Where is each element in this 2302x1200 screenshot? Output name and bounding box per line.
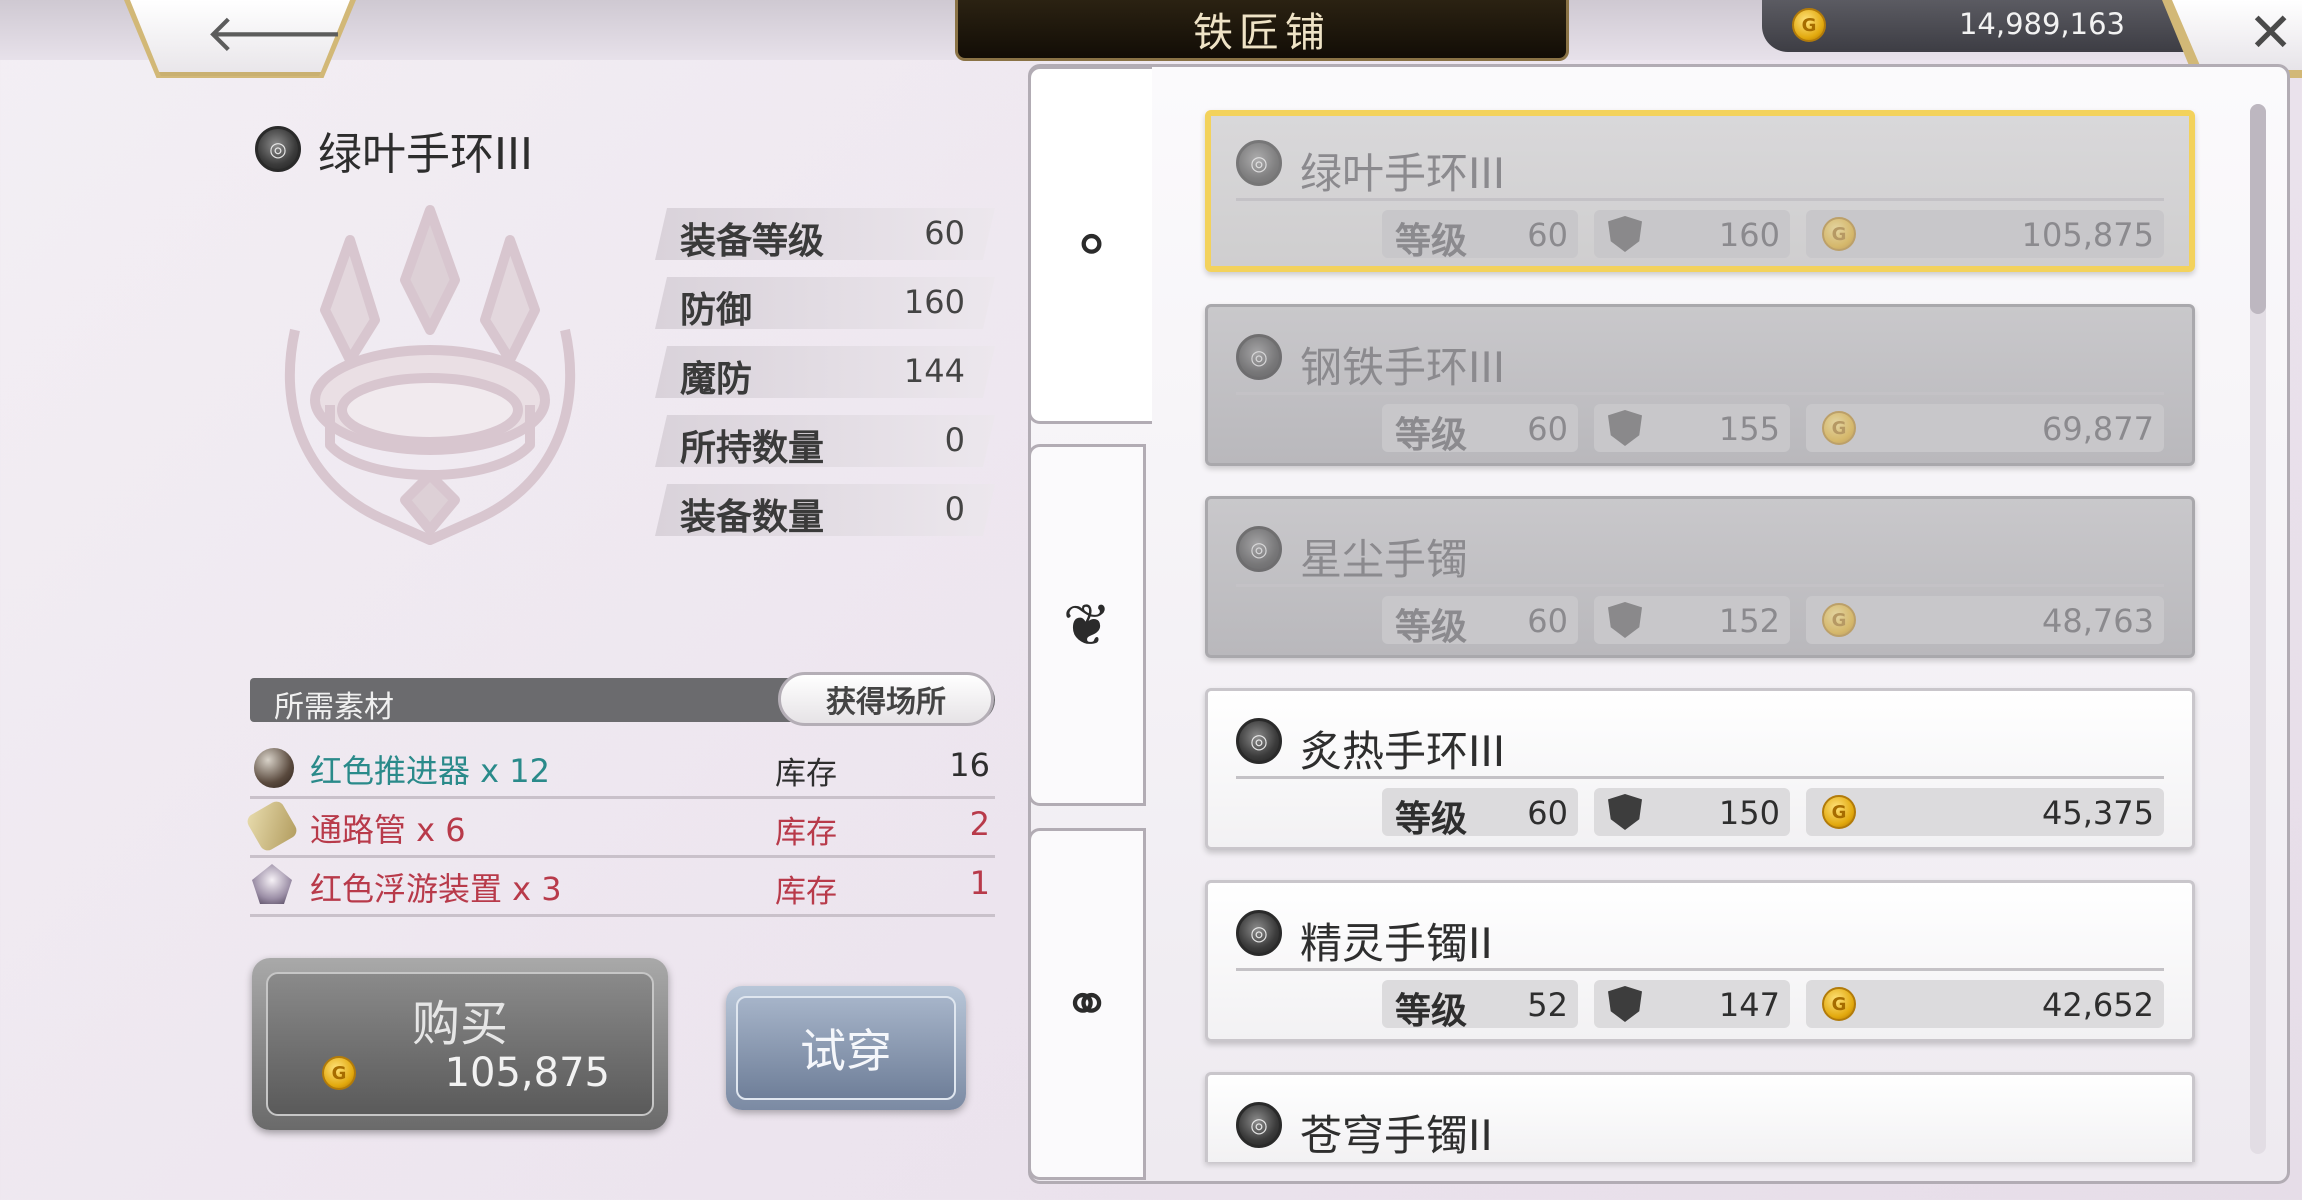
card-divider (1236, 776, 2164, 779)
coin-icon: G (1822, 987, 1856, 1021)
card-level-value: 60 (1527, 410, 1568, 448)
necklace-icon: ❦ (1062, 591, 1112, 659)
material-stock-value: 16 (949, 746, 990, 784)
card-item-name: 星尘手镯 (1300, 535, 1469, 584)
close-icon[interactable]: ✕ (2248, 6, 2293, 60)
red-thruster-icon (254, 748, 294, 788)
bracelet-icon: ◎ (1236, 910, 1282, 956)
card-defense-value: 150 (1718, 794, 1780, 832)
stat-value-magic-defense: 144 (903, 352, 965, 390)
card-item-name: 绿叶手环III (1300, 149, 1506, 198)
arrow-left-icon[interactable]: 🡐 (205, 8, 344, 60)
card-price-value: 45,375 (2042, 794, 2154, 832)
page-title: 铁匠铺 (1193, 10, 1331, 56)
list-scrollbar-thumb[interactable] (2250, 104, 2266, 314)
material-stock-label: 库存 (775, 756, 837, 792)
try-on-button-label[interactable]: 试穿 (736, 996, 956, 1100)
stat-value-defense: 160 (903, 283, 965, 321)
title-plate: 铁匠铺 (955, 0, 1569, 61)
card-level-label: 等级 (1395, 607, 1468, 648)
card-defense-value: 160 (1718, 216, 1780, 254)
coin-icon: G (1822, 411, 1856, 445)
card-defense-value: 147 (1718, 986, 1780, 1024)
coin-icon: G (1822, 603, 1856, 637)
card-price-value: 48,763 (2042, 602, 2154, 640)
material-stock-value: 2 (969, 805, 990, 843)
material-name: 红色浮游装置 x 3 (310, 870, 562, 908)
card-item-name: 精灵手镯II (1300, 919, 1493, 968)
card-price-value: 105,875 (2021, 216, 2154, 254)
item-name: 绿叶手环III (318, 129, 533, 180)
card-level-label: 等级 (1395, 991, 1468, 1032)
card-level-value: 52 (1527, 986, 1568, 1024)
materials-header-label: 所需素材 (274, 690, 394, 725)
stat-label-owned: 所持数量 (680, 428, 825, 469)
bracelet-icon: ◎ (1236, 334, 1282, 380)
buy-price: 105,875 (444, 1050, 610, 1096)
buy-button-label: 购买 (411, 996, 508, 1052)
stat-label-defense: 防御 (680, 290, 753, 331)
bracelet-icon: ◎ (1236, 1102, 1282, 1148)
bracelet-icon: ◎ (1236, 526, 1282, 572)
card-divider (1236, 392, 2164, 395)
tab-ring[interactable]: ⚭ (1028, 828, 1146, 1180)
material-stock-label: 库存 (775, 874, 837, 910)
card-price-value: 69,877 (2042, 410, 2154, 448)
card-level-label: 等级 (1395, 221, 1468, 262)
coin-icon: G (322, 1056, 356, 1090)
card-defense-value: 152 (1718, 602, 1780, 640)
card-defense-value: 155 (1718, 410, 1780, 448)
card-divider (1236, 584, 2164, 587)
bracelet-emblem-icon (284, 205, 576, 545)
bracelet-icon: ◎ (1236, 140, 1282, 186)
coin-icon: G (1822, 795, 1856, 829)
card-level-value: 60 (1527, 602, 1568, 640)
card-price-value: 42,652 (2042, 986, 2154, 1024)
bracelet-icon: ◎ (1236, 718, 1282, 764)
stat-label-level: 装备等级 (680, 221, 825, 262)
stat-label-magic-defense: 魔防 (680, 359, 753, 400)
currency-amount: 14,989,163 (1958, 7, 2125, 41)
ring-icon: ⚭ (1062, 970, 1112, 1038)
card-divider (1236, 198, 2164, 201)
material-name: 红色推进器 x 12 (310, 752, 551, 790)
tab-necklace[interactable]: ❦ (1028, 444, 1146, 806)
coin-icon: G (1822, 217, 1856, 251)
material-stock-label: 库存 (775, 815, 837, 851)
material-stock-value: 1 (969, 864, 990, 902)
stat-value-owned: 0 (944, 421, 965, 459)
card-item-name: 炙热手环III (1300, 727, 1506, 776)
coin-icon: G (1792, 8, 1826, 42)
card-level-value: 60 (1527, 794, 1568, 832)
stat-label-equipped: 装备数量 (680, 497, 825, 538)
card-divider (1236, 968, 2164, 971)
card-item-name: 钢铁手环III (1300, 343, 1506, 392)
tab-bracelet[interactable]: ⚬ (1028, 66, 1152, 424)
material-name: 通路管 x 6 (310, 811, 466, 849)
stat-value-level: 60 (924, 214, 965, 252)
bracelet-icon: ◎ (255, 126, 301, 172)
card-level-label: 等级 (1395, 415, 1468, 456)
card-item-name: 苍穹手镯II (1300, 1111, 1493, 1160)
card-level-label: 等级 (1395, 799, 1468, 840)
bracelet-icon: ⚬ (1067, 211, 1116, 279)
obtain-location-button[interactable]: 获得场所 (778, 672, 994, 726)
stat-value-equipped: 0 (944, 490, 965, 528)
card-level-value: 60 (1527, 216, 1568, 254)
